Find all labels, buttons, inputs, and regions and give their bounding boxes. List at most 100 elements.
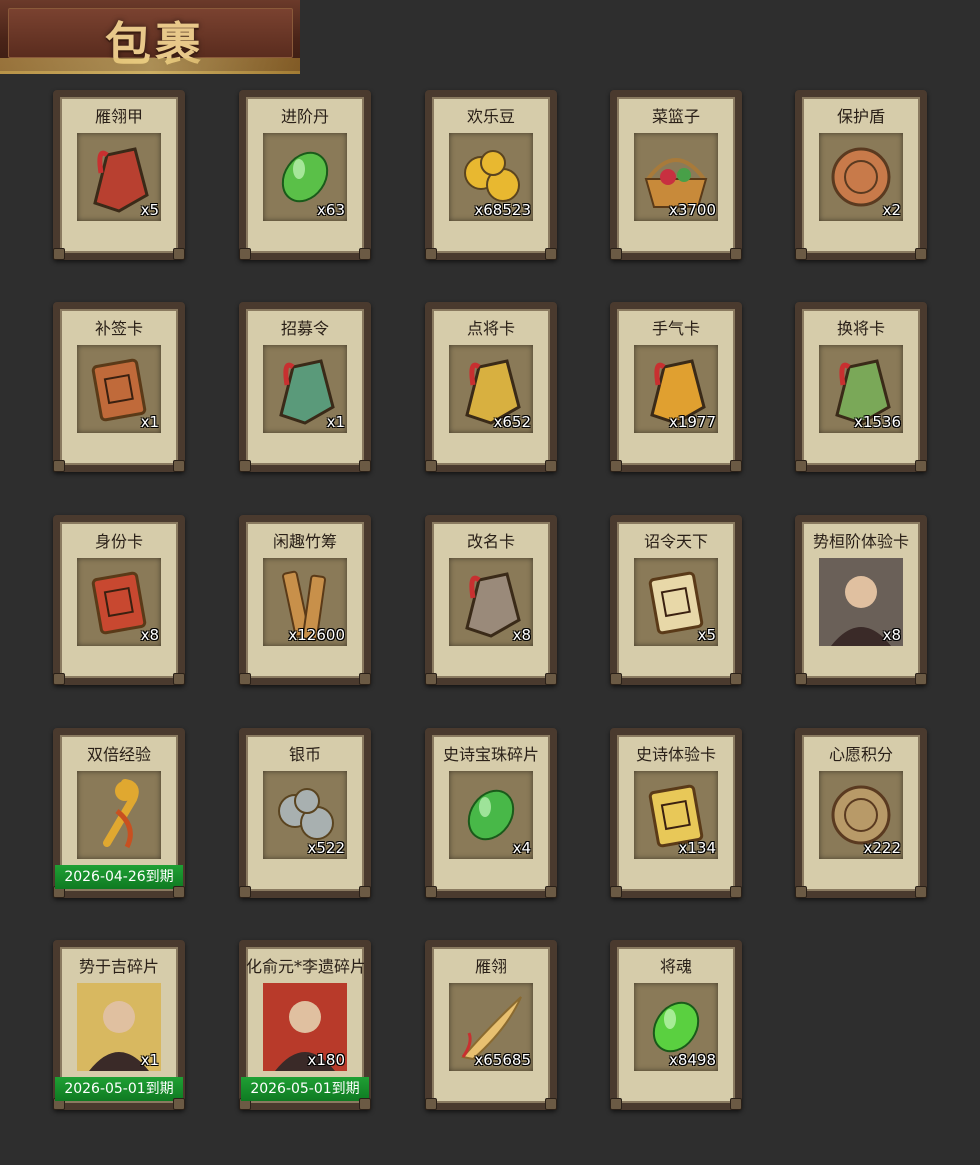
item-name: 史诗宝珠碎片 bbox=[442, 745, 539, 764]
jade-shard-icon: x4 bbox=[449, 771, 533, 859]
recruit-token-icon: x1 bbox=[263, 345, 347, 433]
item-quantity: x180 bbox=[307, 1051, 345, 1069]
item-card[interactable]: 银币 x522 bbox=[239, 728, 371, 898]
basket-icon: x3700 bbox=[634, 133, 718, 221]
item-card[interactable]: 招募令 x1 bbox=[239, 302, 371, 472]
item-quantity: x2 bbox=[882, 201, 901, 219]
pill-icon: x63 bbox=[263, 133, 347, 221]
item-card[interactable]: 闲趣竹筹 x12600 bbox=[239, 515, 371, 685]
item-card[interactable]: 点将卡 x652 bbox=[425, 302, 557, 472]
item-card[interactable]: 史诗体验卡 x134 bbox=[610, 728, 742, 898]
item-name: 招募令 bbox=[280, 319, 329, 338]
item-name: 补签卡 bbox=[94, 319, 143, 338]
item-card[interactable]: 菜篮子 x3700 bbox=[610, 90, 742, 260]
hero-portrait-icon: x180 bbox=[263, 983, 347, 1071]
item-name: 点将卡 bbox=[466, 319, 515, 338]
rename-token-icon: x8 bbox=[449, 558, 533, 646]
tag-card-icon: x1 bbox=[77, 345, 161, 433]
item-name: 闲趣竹筹 bbox=[272, 532, 337, 551]
item-quantity: x12600 bbox=[288, 626, 345, 644]
heart-coin-icon: x222 bbox=[819, 771, 903, 859]
item-quantity: x5 bbox=[140, 201, 159, 219]
item-card[interactable]: 改名卡 x8 bbox=[425, 515, 557, 685]
scroll-icon: x5 bbox=[634, 558, 718, 646]
item-quantity: x8 bbox=[882, 626, 901, 644]
item-name: 手气卡 bbox=[651, 319, 700, 338]
item-card[interactable]: 手气卡 x1977 bbox=[610, 302, 742, 472]
shield-icon: x2 bbox=[819, 133, 903, 221]
item-quantity: x65685 bbox=[474, 1051, 531, 1069]
item-quantity: x222 bbox=[863, 839, 901, 857]
item-quantity: x63 bbox=[317, 201, 345, 219]
general-token-icon: x652 bbox=[449, 345, 533, 433]
item-card[interactable]: 史诗宝珠碎片 x4 bbox=[425, 728, 557, 898]
item-quantity: x8 bbox=[512, 626, 531, 644]
item-quantity: x1 bbox=[140, 413, 159, 431]
soul-crystal-icon: x8498 bbox=[634, 983, 718, 1071]
item-quantity: x1 bbox=[140, 1051, 159, 1069]
item-card[interactable]: 换将卡 x1536 bbox=[795, 302, 927, 472]
item-card[interactable]: 双倍经验 2026-04-26到期 bbox=[53, 728, 185, 898]
bamboo-slips-icon: x12600 bbox=[263, 558, 347, 646]
item-quantity: x8498 bbox=[668, 1051, 716, 1069]
item-card[interactable]: 势于吉碎片 x1 2026-05-01到期 bbox=[53, 940, 185, 1110]
item-card[interactable]: 补签卡 x1 bbox=[53, 302, 185, 472]
item-name: 将魂 bbox=[659, 957, 692, 976]
item-name: 菜篮子 bbox=[651, 107, 700, 126]
expiry-badge: 2026-05-01到期 bbox=[241, 1077, 369, 1101]
expiry-badge: 2026-05-01到期 bbox=[55, 1077, 183, 1101]
header-trim bbox=[0, 58, 300, 74]
item-quantity: x68523 bbox=[474, 201, 531, 219]
item-name: 诏令天下 bbox=[643, 532, 708, 551]
feather-icon: x65685 bbox=[449, 983, 533, 1071]
item-card[interactable]: 将魂 x8498 bbox=[610, 940, 742, 1110]
item-quantity: x5 bbox=[697, 626, 716, 644]
item-card[interactable]: 进阶丹 x63 bbox=[239, 90, 371, 260]
item-name: 双倍经验 bbox=[86, 745, 151, 764]
item-quantity: x4 bbox=[512, 839, 531, 857]
gold-card-icon: x134 bbox=[634, 771, 718, 859]
beans-icon: x68523 bbox=[449, 133, 533, 221]
item-card[interactable]: 身份卡 x8 bbox=[53, 515, 185, 685]
item-card[interactable]: 欢乐豆 x68523 bbox=[425, 90, 557, 260]
puzzle-portrait-icon: x1 bbox=[77, 983, 161, 1071]
item-quantity: x3700 bbox=[668, 201, 716, 219]
item-name: 雁翎甲 bbox=[94, 107, 143, 126]
item-card[interactable]: 化俞元*李遗碎片 x180 2026-05-01到期 bbox=[239, 940, 371, 1110]
item-name: 改名卡 bbox=[466, 532, 515, 551]
item-quantity: x8 bbox=[140, 626, 159, 644]
identity-mask-icon: x8 bbox=[77, 558, 161, 646]
item-quantity: x522 bbox=[307, 839, 345, 857]
item-quantity: x1977 bbox=[668, 413, 716, 431]
item-name: 心愿积分 bbox=[828, 745, 893, 764]
ruyi-icon bbox=[77, 771, 161, 859]
item-name: 保护盾 bbox=[836, 107, 885, 126]
silver-coins-icon: x522 bbox=[263, 771, 347, 859]
item-name: 换将卡 bbox=[836, 319, 885, 338]
item-card[interactable]: 雁翎甲 x5 bbox=[53, 90, 185, 260]
item-quantity: x1 bbox=[326, 413, 345, 431]
item-name: 史诗体验卡 bbox=[635, 745, 716, 764]
item-name: 进阶丹 bbox=[280, 107, 329, 126]
item-name: 身份卡 bbox=[94, 532, 143, 551]
bag-header: 包裹 bbox=[0, 0, 300, 74]
armor-icon: x5 bbox=[77, 133, 161, 221]
item-name: 势于吉碎片 bbox=[78, 957, 159, 976]
item-quantity: x1536 bbox=[853, 413, 901, 431]
item-card[interactable]: 诏令天下 x5 bbox=[610, 515, 742, 685]
item-name: 欢乐豆 bbox=[466, 107, 515, 126]
swap-token-icon: x1536 bbox=[819, 345, 903, 433]
general-portrait-icon: x8 bbox=[819, 558, 903, 646]
item-card[interactable]: 保护盾 x2 bbox=[795, 90, 927, 260]
luck-card-icon: x1977 bbox=[634, 345, 718, 433]
item-card[interactable]: 雁翎 x65685 bbox=[425, 940, 557, 1110]
item-card[interactable]: 心愿积分 x222 bbox=[795, 728, 927, 898]
item-name: 银币 bbox=[288, 745, 321, 764]
item-name: 势桓阶体验卡 bbox=[812, 532, 909, 551]
item-name: 雁翎 bbox=[474, 957, 507, 976]
item-card[interactable]: 势桓阶体验卡 x8 bbox=[795, 515, 927, 685]
item-quantity: x134 bbox=[678, 839, 716, 857]
item-quantity: x652 bbox=[493, 413, 531, 431]
item-name: 化俞元*李遗碎片 bbox=[246, 957, 364, 976]
expiry-badge: 2026-04-26到期 bbox=[55, 865, 183, 889]
